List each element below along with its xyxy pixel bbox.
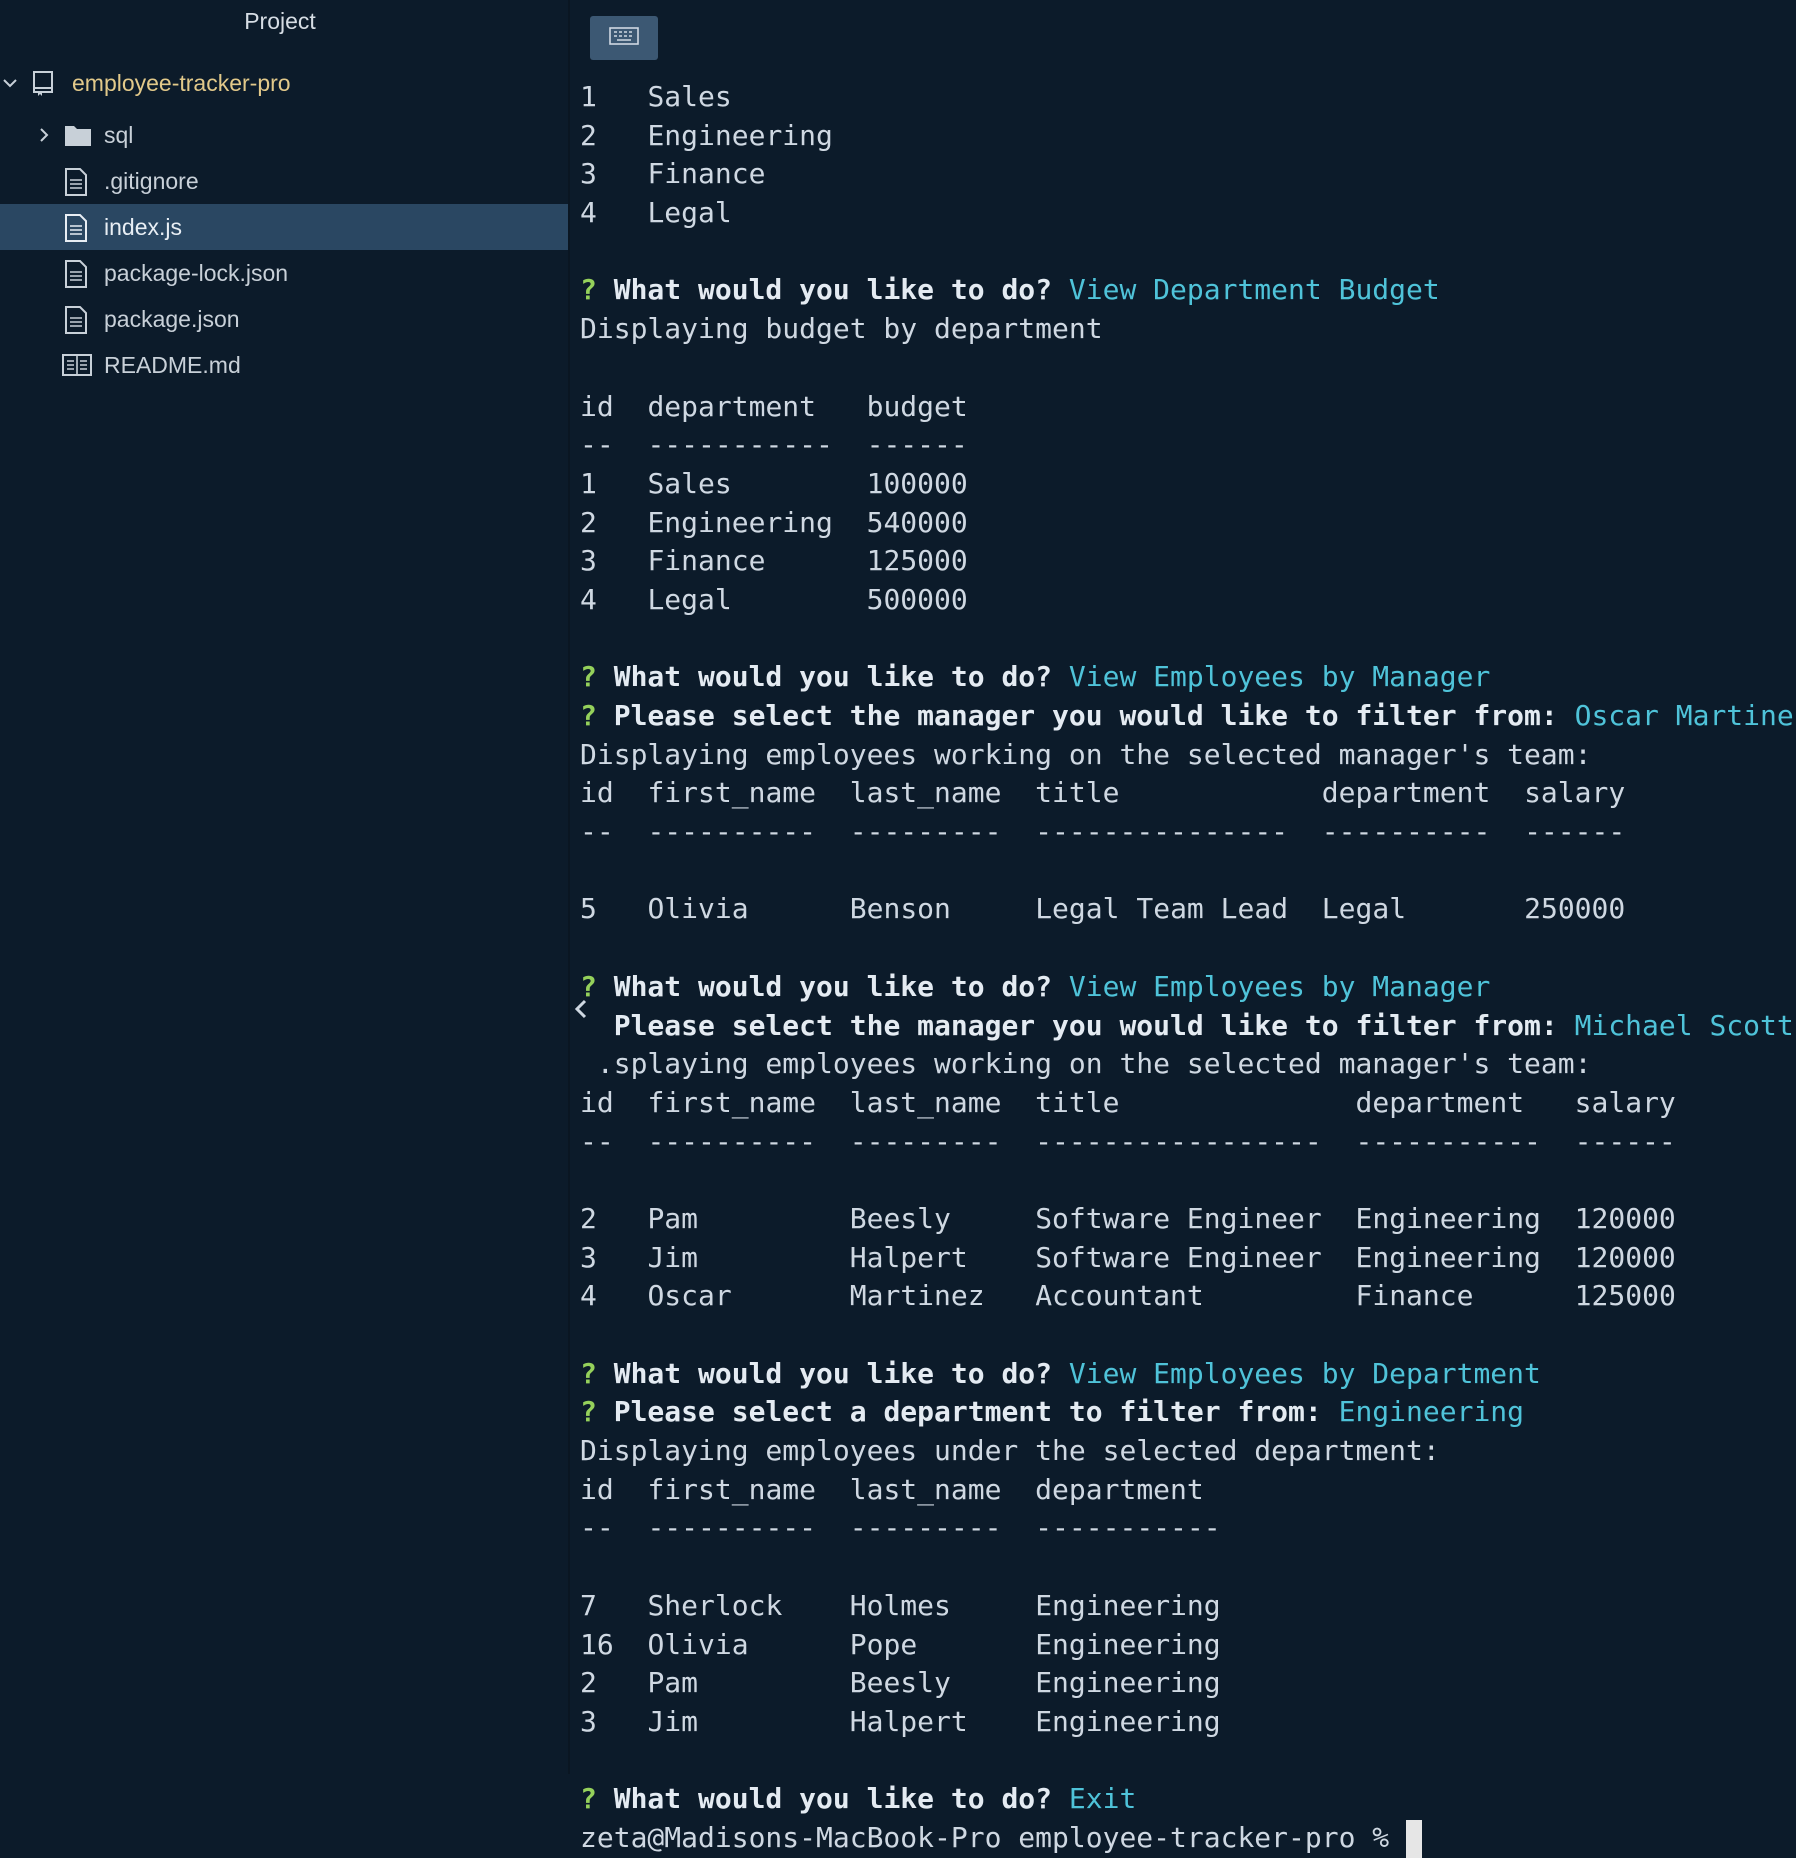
file-icon — [64, 260, 90, 288]
prompt-line: ? What would you like to do? View Employ… — [580, 1356, 1541, 1390]
table-header: id first_name last_name title department… — [580, 776, 1626, 810]
repo-icon — [30, 70, 56, 96]
tree-item-package-json[interactable]: package.json — [0, 296, 568, 342]
tree-item-label: README.md — [104, 351, 241, 378]
terminal-blank — [580, 349, 1796, 388]
file-icon — [64, 214, 90, 242]
table-row: 4 Oscar Martinez Accountant Finance 1250… — [580, 1279, 1676, 1313]
tree-root-label: employee-tracker-pro — [72, 69, 291, 96]
table-header: id department budget — [580, 389, 968, 423]
tree-item-label: sql — [104, 121, 134, 148]
table-row: 2 Pam Beesly Engineering — [580, 1666, 1221, 1700]
keyboard-icon — [609, 26, 639, 50]
shell-prompt: zeta@Madisons-MacBook-Pro employee-track… — [580, 1820, 1407, 1854]
terminal-blank — [580, 1316, 1796, 1355]
table-divider: -- ----------- ------ — [580, 428, 968, 462]
message-line: .splaying employees working on the selec… — [596, 1047, 1592, 1081]
terminal-blank — [580, 620, 1796, 659]
sidebar-title: Project — [244, 8, 316, 34]
table-row: 7 Sherlock Holmes Engineering — [580, 1588, 1221, 1622]
prompt-line: ? Please select a department to filter f… — [580, 1395, 1525, 1429]
shell-prompt-line[interactable]: zeta@Madisons-MacBook-Pro employee-track… — [580, 1819, 1796, 1858]
terminal-blank — [580, 852, 1796, 891]
tree-root-item[interactable]: employee-tracker-pro — [0, 60, 568, 106]
terminal-output: 1 Sales 2 Engineering 3 Finance 4 Legal … — [580, 78, 1796, 1858]
table-row: 3 Jim Halpert Software Engineer Engineer… — [580, 1240, 1676, 1274]
tree-item-gitignore[interactable]: .gitignore — [0, 158, 568, 204]
table-divider: -- ---------- --------- --------------- … — [580, 815, 1626, 849]
table-row: 2 Pam Beesly Software Engineer Engineeri… — [580, 1201, 1676, 1235]
prompt-line: Please select the manager you would like… — [613, 1008, 1794, 1042]
terminal-blank — [580, 1742, 1796, 1781]
readme-icon — [62, 353, 92, 379]
prompt-line: ? What would you like to do? View Employ… — [580, 660, 1491, 694]
tree-item-index-js[interactable]: index.js — [0, 204, 568, 250]
table-row: 3 Finance 125000 — [580, 544, 968, 578]
prompt-line: ? What would you like to do? View Depart… — [580, 273, 1440, 307]
tree-item-label: package.json — [104, 305, 240, 332]
terminal-line: 2 Engineering — [580, 118, 833, 152]
tree-item-label: .gitignore — [104, 167, 199, 194]
prompt-line: ? What would you like to do? View Employ… — [580, 969, 1491, 1003]
table-row: 4 Legal 500000 — [580, 582, 968, 616]
table-divider: -- ---------- --------- ----------------… — [580, 1124, 1676, 1158]
terminal-blank — [580, 1548, 1796, 1587]
message-line: Displaying employees under the selected … — [580, 1434, 1440, 1468]
table-divider: -- ---------- --------- ----------- — [580, 1511, 1221, 1545]
text-cursor — [1406, 1819, 1423, 1858]
chevron-down-icon[interactable] — [0, 73, 20, 93]
prompt-line: ? What would you like to do? Exit — [580, 1782, 1137, 1816]
tree-item-sql[interactable]: sql — [0, 112, 568, 158]
keyboard-button[interactable] — [590, 16, 658, 60]
message-line: Displaying employees working on the sele… — [580, 737, 1592, 771]
terminal-line: 4 Legal — [580, 196, 732, 230]
terminal-blank — [580, 929, 1796, 968]
terminal-blank — [580, 233, 1796, 272]
terminal-blank — [580, 1161, 1796, 1200]
table-row: 3 Jim Halpert Engineering — [580, 1704, 1221, 1738]
table-row: 16 Olivia Pope Engineering — [580, 1627, 1221, 1661]
message-line: Displaying budget by department — [580, 312, 1103, 346]
terminal-line: 3 Finance — [580, 157, 766, 191]
table-row: 5 Olivia Benson Legal Team Lead Legal 25… — [580, 892, 1626, 926]
table-header: id first_name last_name title department… — [580, 1085, 1676, 1119]
tree-item-readme[interactable]: README.md — [0, 342, 568, 388]
prompt-line: ? Please select the manager you would li… — [580, 699, 1796, 732]
table-row: 2 Engineering 540000 — [580, 505, 968, 539]
tree-item-label: package-lock.json — [104, 259, 289, 286]
tree-item-package-lock[interactable]: package-lock.json — [0, 250, 568, 296]
folder-icon — [64, 123, 91, 149]
table-header: id first_name last_name department — [580, 1472, 1204, 1506]
file-icon — [64, 168, 90, 196]
table-row: 1 Sales 100000 — [580, 466, 968, 500]
tree-item-label: index.js — [104, 213, 182, 240]
project-sidebar: Project employee-tracker-pro sql .gitign… — [0, 0, 568, 1774]
terminal-line: 1 Sales — [580, 80, 732, 113]
file-icon — [64, 306, 90, 334]
chevron-right-icon[interactable] — [34, 125, 54, 145]
